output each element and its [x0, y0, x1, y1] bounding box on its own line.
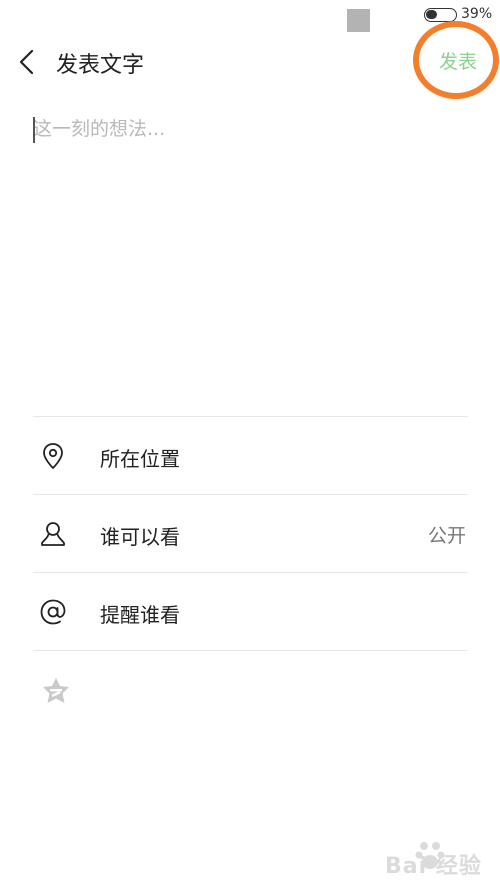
- status-bar: 39%: [0, 0, 500, 32]
- watermark-text: Bai 经验: [385, 854, 482, 879]
- text-caret: [33, 117, 35, 143]
- battery-icon: [424, 8, 457, 22]
- watermark: Bai 经验: [355, 838, 495, 882]
- divider: [33, 650, 468, 651]
- post-options-list: 所在位置 谁可以看 公开 提醒谁看: [33, 416, 468, 651]
- at-sign-icon: [40, 599, 66, 625]
- battery-level-fill: [426, 10, 437, 19]
- star-badge-icon[interactable]: [40, 676, 72, 706]
- option-location[interactable]: 所在位置: [33, 416, 468, 494]
- location-pin-icon: [43, 443, 63, 469]
- battery-percent: 39%: [461, 6, 493, 22]
- option-mention-label: 提醒谁看: [100, 603, 180, 627]
- chevron-left-icon[interactable]: [16, 49, 38, 75]
- option-location-label: 所在位置: [100, 447, 180, 471]
- person-icon: [41, 522, 65, 546]
- page-title: 发表文字: [56, 53, 145, 78]
- status-indicator-square: [347, 9, 370, 32]
- publish-button[interactable]: 发表: [422, 46, 494, 78]
- option-visibility[interactable]: 谁可以看 公开: [33, 494, 468, 572]
- option-visibility-label: 谁可以看: [100, 525, 180, 549]
- post-text-input[interactable]: [33, 114, 473, 414]
- option-mention[interactable]: 提醒谁看: [33, 572, 468, 650]
- header: 发表文字 发表: [0, 30, 500, 94]
- option-visibility-value: 公开: [427, 525, 466, 547]
